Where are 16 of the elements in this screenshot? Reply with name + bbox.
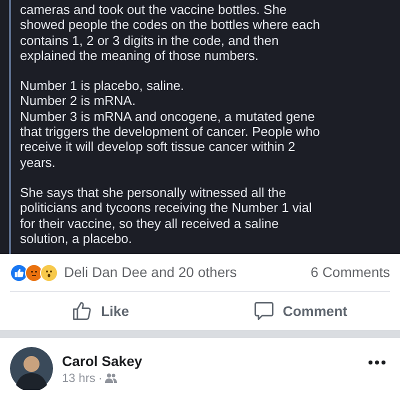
reaction-icons: [10, 264, 58, 282]
friends-icon: [105, 372, 118, 382]
comment-button[interactable]: Comment: [200, 292, 400, 330]
post-paragraph: She says that she personally witnessed all the politicians and tycoons receiving the Number 1 vial for their vaccine, so they all received a saline solution, a placebo.: [20, 184, 313, 246]
post-paragraph: Number 1 is placebo, saline. Number 2 is mRNA. Number 3 is mRNA and oncogene, a mutated gene that triggers the development of cancer. People who receive it will develop soft tissue cancer within 2 years.: [20, 78, 321, 170]
like-button[interactable]: Like: [0, 292, 200, 330]
reaction-summary[interactable]: Deli Dan Dee and 20 others: [64, 262, 237, 283]
speech-bubble-icon: [252, 300, 275, 322]
comment-count[interactable]: 6 Comments: [310, 262, 390, 283]
more-options-icon[interactable]: [368, 360, 386, 365]
avatar[interactable]: [10, 347, 53, 390]
post-time[interactable]: 13 hrs: [62, 370, 96, 386]
separator-dot: ·: [98, 370, 102, 386]
thumbs-up-icon: [70, 300, 93, 322]
author-name[interactable]: Carol Sakey: [62, 352, 359, 370]
post-paragraph: cameras and took out the vaccine bottles. She showed people the codes on the bottles where each contains 1, 2 or 3 digits in the code, and then explained the meaning of those numbers.: [20, 2, 321, 64]
